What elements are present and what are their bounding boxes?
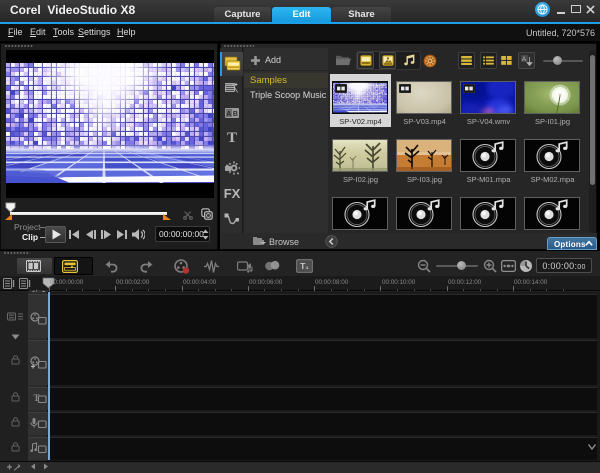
svg-text:T₁: T₁ (300, 261, 309, 271)
svg-text:A: A (226, 111, 231, 118)
svg-text:B: B (233, 111, 238, 118)
svg-text:A: A (522, 57, 526, 63)
